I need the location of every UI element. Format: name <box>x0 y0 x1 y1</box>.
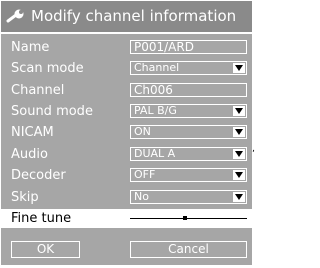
fine-tune-label: Fine tune <box>11 211 72 226</box>
nicam-select[interactable]: ON <box>130 125 247 139</box>
title-separator <box>1 32 252 34</box>
name-value: P001/ARD <box>134 40 194 54</box>
row-audio[interactable]: Audio DUAL A <box>1 145 252 164</box>
chevron-down-icon[interactable] <box>233 170 245 180</box>
decoder-value: OFF <box>134 168 156 181</box>
dialog-title: Modify channel information <box>31 7 237 25</box>
name-field[interactable]: P001/ARD <box>130 40 247 54</box>
scan-mode-label: Scan mode <box>11 61 84 76</box>
chevron-down-icon[interactable] <box>233 127 245 137</box>
chevron-down-icon[interactable] <box>233 192 245 202</box>
name-label: Name <box>11 40 50 55</box>
sound-mode-select[interactable]: PAL B/G <box>130 104 247 118</box>
decoder-label: Decoder <box>11 168 66 183</box>
edge-mark: ‚ <box>252 144 255 154</box>
chevron-down-icon[interactable] <box>233 63 245 73</box>
dialog-titlebar: Modify channel information <box>1 1 252 32</box>
fine-tune-slider-track[interactable] <box>130 218 247 219</box>
nicam-value: ON <box>134 125 151 138</box>
chevron-down-icon[interactable] <box>233 106 245 116</box>
fine-tune-slider-thumb[interactable] <box>182 216 187 220</box>
sound-mode-value: PAL B/G <box>134 104 177 117</box>
ok-button[interactable]: OK <box>11 241 80 258</box>
audio-select[interactable]: DUAL A <box>130 147 247 161</box>
decoder-select[interactable]: OFF <box>130 168 247 182</box>
row-name[interactable]: Name P001/ARD <box>1 38 252 57</box>
channel-field[interactable]: Ch006 <box>130 83 247 97</box>
row-scan-mode[interactable]: Scan mode Channel <box>1 59 252 78</box>
channel-label: Channel <box>11 83 65 98</box>
wrench-icon <box>5 9 27 29</box>
skip-label: Skip <box>11 190 39 205</box>
row-channel[interactable]: Channel Ch006 <box>1 81 252 100</box>
cancel-button[interactable]: Cancel <box>130 241 247 258</box>
audio-value: DUAL A <box>134 147 176 160</box>
skip-value: No <box>134 190 149 203</box>
row-skip[interactable]: Skip No <box>1 188 252 207</box>
chevron-down-icon[interactable] <box>233 149 245 159</box>
scan-mode-value: Channel <box>134 61 180 74</box>
row-decoder[interactable]: Decoder OFF <box>1 166 252 185</box>
skip-select[interactable]: No <box>130 190 247 204</box>
channel-value: Ch006 <box>134 83 173 97</box>
nicam-label: NICAM <box>11 125 54 140</box>
audio-label: Audio <box>11 147 48 162</box>
row-nicam[interactable]: NICAM ON <box>1 123 252 142</box>
sound-mode-label: Sound mode <box>11 104 93 119</box>
row-fine-tune[interactable]: Fine tune <box>1 209 252 228</box>
scan-mode-select[interactable]: Channel <box>130 61 247 75</box>
row-sound-mode[interactable]: Sound mode PAL B/G <box>1 102 252 121</box>
modify-channel-dialog: Modify channel information Name P001/ARD… <box>1 1 252 265</box>
